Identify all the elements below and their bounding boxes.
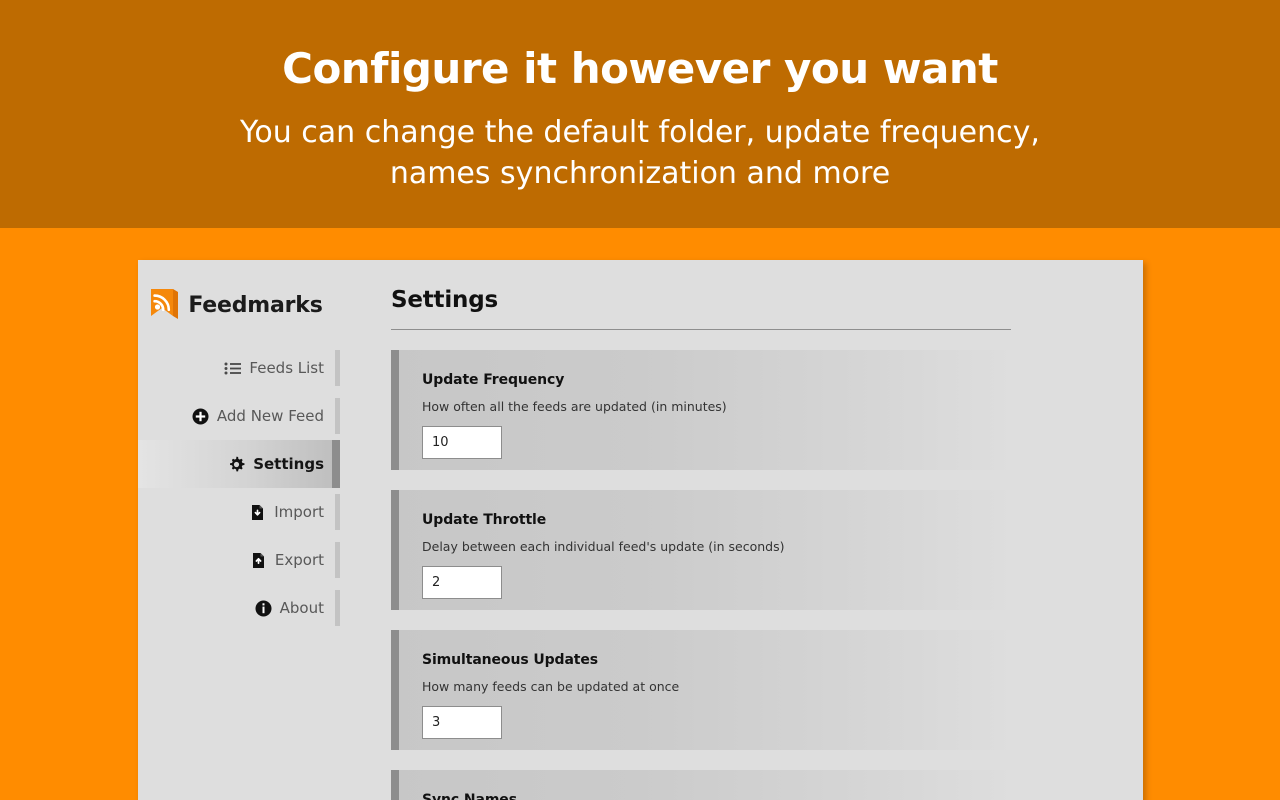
- sidebar-item-feeds-list[interactable]: Feeds List: [138, 344, 340, 392]
- file-import-icon: [249, 504, 266, 521]
- setting-title: Simultaneous Updates: [422, 652, 599, 668]
- sidebar-item-label: Settings: [253, 455, 324, 473]
- setting-title: Sync Names: [422, 792, 517, 800]
- sidebar: Feedmarks Feeds List Add New Feed Settin…: [138, 260, 340, 800]
- setting-card-simultaneous-updates: Simultaneous Updates How many feeds can …: [391, 630, 1016, 750]
- sidebar-item-label: Feeds List: [249, 359, 324, 377]
- setting-description: How many feeds can be updated at once: [422, 679, 680, 694]
- title-divider: [391, 329, 1011, 330]
- setting-title: Update Throttle: [422, 512, 547, 528]
- sidebar-item-import[interactable]: Import: [138, 488, 340, 536]
- rss-bookmark-icon: [149, 288, 179, 322]
- promo-subtitle: You can change the default folder, updat…: [240, 115, 1040, 191]
- plus-circle-icon: [192, 408, 209, 425]
- brand-name: Feedmarks: [188, 292, 323, 318]
- page-title: Settings: [391, 287, 498, 313]
- setting-description: How often all the feeds are updated (in …: [422, 399, 727, 414]
- sidebar-item-label: About: [279, 599, 324, 617]
- setting-card-update-throttle: Update Throttle Delay between each indiv…: [391, 490, 1016, 610]
- settings-card-list: Update Frequency How often all the feeds…: [391, 350, 1143, 800]
- sidebar-item-marker: [332, 440, 340, 488]
- settings-content: Settings Update Frequency How often all …: [340, 260, 1143, 800]
- brand: Feedmarks: [138, 282, 340, 328]
- promo-header: Configure it however you want You can ch…: [0, 0, 1280, 228]
- setting-title: Update Frequency: [422, 372, 565, 388]
- update-throttle-input[interactable]: [422, 566, 502, 599]
- update-frequency-input[interactable]: [422, 426, 502, 459]
- sidebar-item-label: Import: [274, 503, 324, 521]
- setting-card-sync-names: Sync Names: [391, 770, 1016, 800]
- sidebar-item-label: Export: [274, 551, 324, 569]
- promo-title: Configure it however you want: [282, 44, 998, 93]
- sidebar-item-label: Add New Feed: [216, 407, 324, 425]
- file-export-icon: [250, 552, 267, 569]
- app-window: Feedmarks Feeds List Add New Feed Settin…: [138, 260, 1143, 800]
- sidebar-item-add-new-feed[interactable]: Add New Feed: [138, 392, 340, 440]
- simultaneous-updates-input[interactable]: [422, 706, 502, 739]
- list-icon: [224, 360, 242, 377]
- sidebar-item-about[interactable]: About: [138, 584, 340, 632]
- gear-icon: [228, 456, 245, 473]
- setting-description: Delay between each individual feed's upd…: [422, 539, 785, 554]
- sidebar-item-settings[interactable]: Settings: [138, 440, 340, 488]
- sidebar-nav: Feeds List Add New Feed Settings Import …: [138, 344, 340, 632]
- sidebar-item-export[interactable]: Export: [138, 536, 340, 584]
- info-circle-icon: [255, 600, 272, 617]
- setting-card-update-frequency: Update Frequency How often all the feeds…: [391, 350, 1016, 470]
